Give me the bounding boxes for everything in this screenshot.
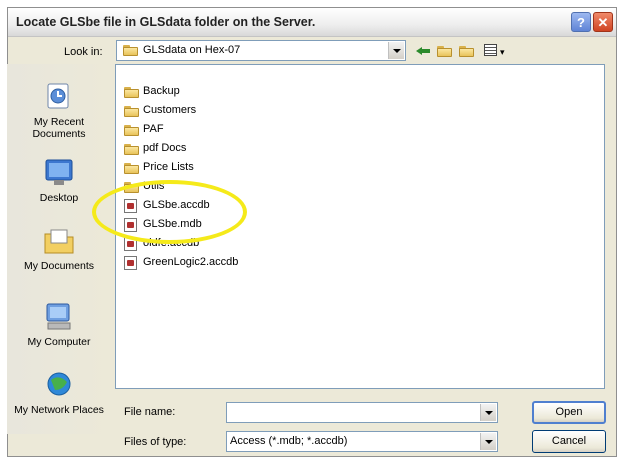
new-folder-icon[interactable] <box>458 43 476 59</box>
network-places-icon <box>42 370 76 400</box>
chevron-down-icon[interactable] <box>388 42 404 59</box>
network-folder-icon <box>123 45 138 56</box>
place-desktop[interactable]: Desktop <box>7 158 111 204</box>
file-name-label: File name: <box>124 406 176 418</box>
place-label: My Network Places <box>14 404 104 416</box>
access-database-icon <box>124 199 137 213</box>
file-list[interactable]: Backup Customers PAF pdf Docs Price List… <box>115 64 605 389</box>
folder-icon <box>124 144 139 155</box>
look-in-value: GLSdata on Hex-07 <box>143 44 241 56</box>
file-type-select[interactable]: Access (*.mdb; *.accdb) <box>226 431 498 452</box>
access-database-icon <box>124 256 137 270</box>
place-my-computer[interactable]: My Computer <box>7 302 111 348</box>
access-database-icon <box>124 237 137 251</box>
views-menu-icon[interactable]: ▾ <box>484 43 510 59</box>
chevron-down-icon[interactable] <box>480 433 496 450</box>
back-arrow-icon[interactable] <box>416 43 434 59</box>
folder-icon <box>124 87 139 98</box>
up-folder-icon[interactable] <box>436 43 454 59</box>
place-label: My Documents <box>23 260 95 272</box>
place-my-network-places[interactable]: My Network Places <box>7 370 111 416</box>
place-label: Desktop <box>39 192 79 204</box>
title-bar[interactable]: Locate GLSbe file in GLSdata folder on t… <box>8 8 616 37</box>
folder-icon <box>124 125 139 136</box>
look-in-dropdown[interactable]: GLSdata on Hex-07 <box>116 40 406 61</box>
open-button[interactable]: Open <box>532 401 606 424</box>
desktop-icon <box>42 158 76 188</box>
place-label: My Computer <box>27 336 91 348</box>
file-name-input[interactable] <box>226 402 498 423</box>
place-my-documents[interactable]: My Documents <box>7 226 111 272</box>
my-computer-icon <box>42 302 76 332</box>
help-button[interactable]: ? <box>571 12 591 32</box>
file-type-label: Files of type: <box>124 436 187 448</box>
cancel-button[interactable]: Cancel <box>532 430 606 453</box>
folder-icon <box>124 163 139 174</box>
my-documents-icon <box>42 226 76 256</box>
folder-icon <box>124 182 139 193</box>
look-in-label: Look in: <box>64 46 103 58</box>
place-my-recent-documents[interactable]: My Recent Documents <box>7 82 111 140</box>
close-button[interactable]: ✕ <box>593 12 613 32</box>
places-bar: My Recent Documents Desktop My Documents… <box>7 64 111 434</box>
access-database-icon <box>124 218 137 232</box>
folder-icon <box>124 106 139 117</box>
chevron-down-icon[interactable] <box>480 404 496 421</box>
place-label: My Recent Documents <box>32 116 86 140</box>
dialog-title: Locate GLSbe file in GLSdata folder on t… <box>16 15 316 29</box>
recent-documents-icon <box>42 82 76 112</box>
